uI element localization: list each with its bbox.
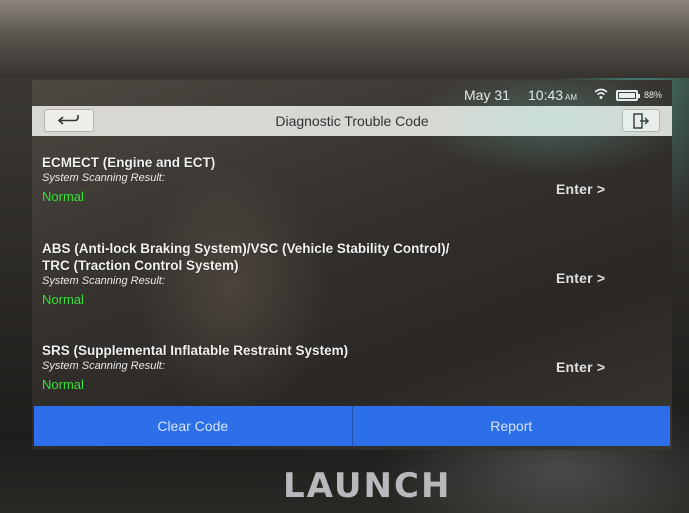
status-bar: May 31 10:43 AM 88% <box>32 80 672 104</box>
enter-button-ecmect[interactable]: Enter > <box>556 181 605 197</box>
clear-code-button[interactable]: Clear Code <box>34 406 352 446</box>
page-title: Diagnostic Trouble Code <box>275 113 429 129</box>
exit-button[interactable] <box>622 109 660 132</box>
launch-logo: LAUNCH <box>283 466 452 506</box>
scan-status: Normal <box>42 377 84 392</box>
scan-status: Normal <box>42 292 84 307</box>
enter-button-srs[interactable]: Enter > <box>556 359 605 375</box>
enter-button-abs[interactable]: Enter > <box>556 270 605 286</box>
system-name: ABS (Anti-lock Braking System)/VSC (Vehi… <box>42 241 450 273</box>
report-button[interactable]: Report <box>351 406 671 446</box>
system-name: SRS (Supplemental Inflatable Restraint S… <box>42 343 349 358</box>
battery-icon <box>616 90 640 101</box>
system-name: ECMECT (Engine and ECT) <box>42 155 216 170</box>
device-bezel <box>0 0 689 78</box>
wifi-icon <box>594 88 608 99</box>
battery-percent: 88% <box>644 90 663 100</box>
title-bar: Diagnostic Trouble Code <box>32 106 672 136</box>
status-date: May 31 <box>464 87 510 103</box>
device-screen: May 31 10:43 AM 88% Diagnostic Trouble Co… <box>32 80 672 450</box>
exit-icon <box>633 112 650 129</box>
status-time: 10:43 AM <box>528 87 578 103</box>
bottom-button-bar: Clear Code Report <box>34 406 670 446</box>
